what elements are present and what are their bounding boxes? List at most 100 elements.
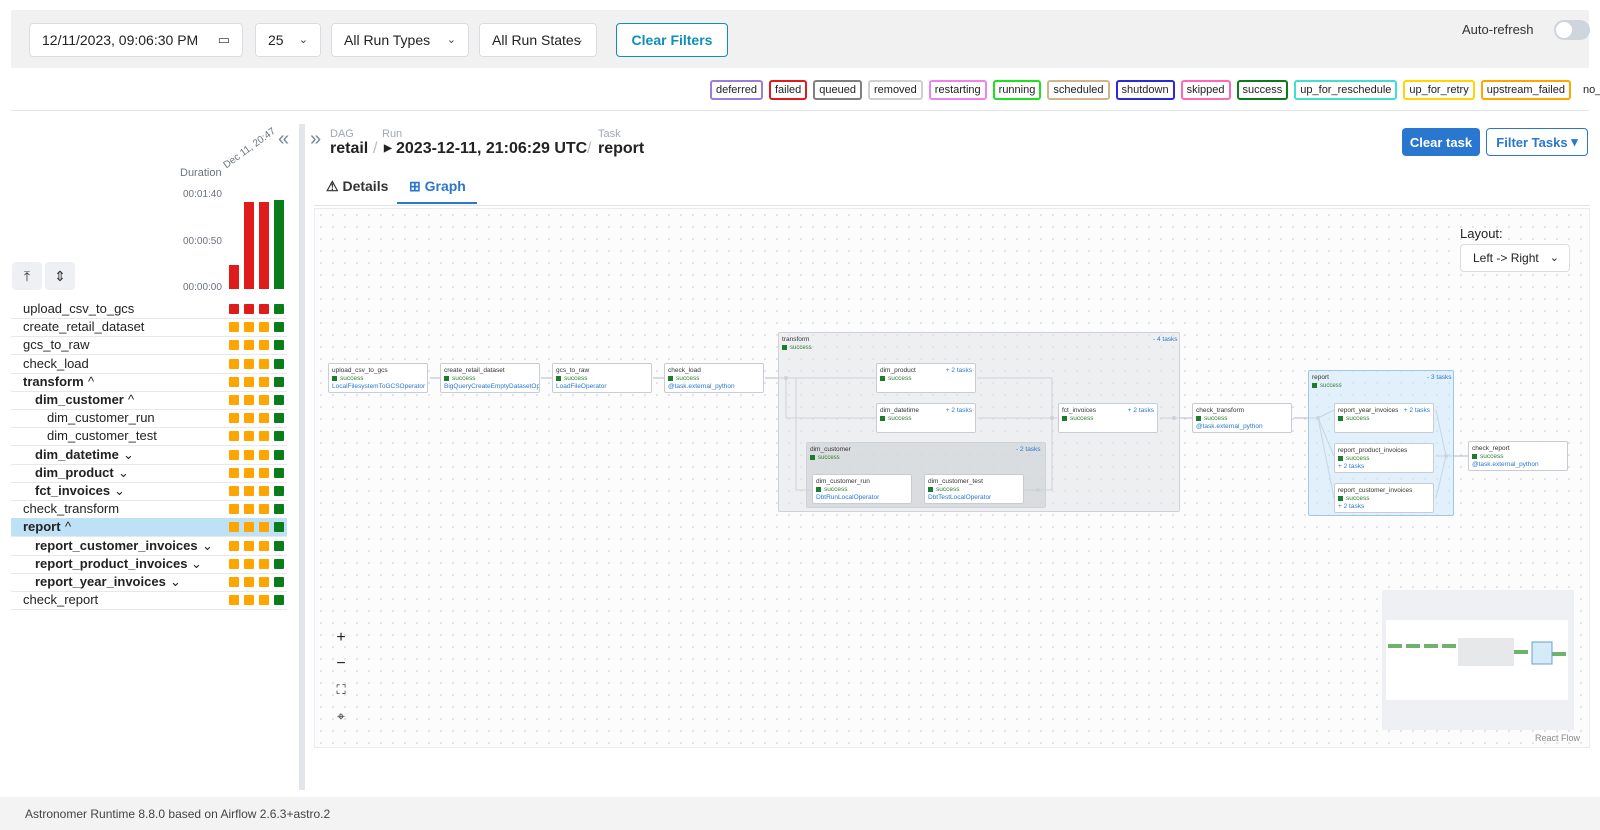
node-status: success: [1338, 415, 1430, 423]
success-dot: [1196, 415, 1201, 421]
success-dot: [880, 415, 885, 421]
node-operator: DbtRunLocalOperator: [816, 494, 880, 501]
group-count[interactable]: - 4 tasks: [1153, 336, 1178, 343]
node-name: check_load: [668, 367, 701, 374]
node-upload-csv-to-gcs[interactable]: upload_csv_to_gcs success LocalFilesystemT…: [328, 363, 428, 393]
node-name: upload_csv_to_gcs: [332, 367, 388, 374]
success-dot: [1338, 455, 1343, 461]
node-status: success: [816, 486, 908, 494]
node-create-retail-dataset[interactable]: create_retail_dataset success BigQueryCrea…: [440, 363, 540, 393]
node-operator: BigQueryCreateEmptyDatasetOperator: [444, 383, 540, 390]
node-count[interactable]: + 2 tasks: [1404, 407, 1430, 415]
node-name: report_customer_invoices: [1338, 487, 1413, 494]
node-operator: @task.external_python: [1472, 461, 1539, 468]
group-title: transform: [782, 336, 810, 343]
group-title: report: [1312, 374, 1329, 381]
minimap-nodes: [1388, 638, 1566, 666]
node-check-load[interactable]: check_load success @task.external_python: [664, 363, 764, 393]
node-status: success: [1472, 453, 1564, 461]
status-text: success: [824, 486, 848, 493]
node-status: success: [880, 375, 972, 383]
node-expand[interactable]: + 2 tasks: [1338, 463, 1430, 471]
node-status: success: [880, 415, 972, 423]
node-check-transform[interactable]: check_transform success @task.external_pyt…: [1192, 403, 1292, 433]
group-status: success: [782, 345, 812, 351]
group-count[interactable]: - 2 tasks: [1016, 446, 1041, 453]
focus-icon[interactable]: ⌖: [327, 703, 355, 729]
success-dot: [332, 375, 337, 381]
node-count[interactable]: + 2 tasks: [946, 407, 972, 415]
node-name: gcs_to_raw: [556, 367, 590, 374]
success-dot: [1472, 453, 1477, 459]
success-dot: [928, 486, 933, 492]
success-dot: [444, 375, 449, 381]
node-report-product-invoices[interactable]: report_product_invoices success + 2 tasks: [1334, 443, 1434, 473]
group-status: success: [810, 455, 840, 461]
success-dot: [1338, 495, 1343, 501]
status-text: success: [1480, 453, 1504, 460]
node-gcs-to-raw[interactable]: gcs_to_raw success LoadFileOperator: [552, 363, 652, 393]
node-name: create_retail_dataset: [444, 367, 505, 374]
node-name: check_report: [1472, 445, 1510, 452]
success-dot: [880, 375, 885, 381]
node-operator: @task.external_python: [1196, 423, 1263, 430]
node-count[interactable]: + 2 tasks: [946, 367, 972, 375]
status-text: success: [790, 345, 812, 352]
node-status: success: [1196, 415, 1288, 423]
node-status: success: [444, 375, 536, 383]
status-text: success: [888, 375, 912, 382]
node-dim-customer-run[interactable]: dim_customer_run success DbtRunLocalOperat…: [812, 474, 912, 504]
node-operator: @task.external_python: [668, 383, 735, 390]
node-dim-datetime[interactable]: dim_datetime + 2 tasks success: [876, 403, 976, 433]
node-status: success: [668, 375, 760, 383]
group-title: dim_customer: [810, 446, 851, 453]
node-operator: DbtTestLocalOperator: [928, 494, 992, 501]
status-text: success: [818, 455, 840, 462]
zoom-out-icon[interactable]: −: [327, 651, 355, 677]
node-name: check_transform: [1196, 407, 1245, 414]
status-text: success: [1346, 415, 1370, 422]
success-dot: [668, 375, 673, 381]
footer: Astronomer Runtime 8.8.0 based on Airflo…: [0, 797, 1600, 830]
success-dot: [816, 486, 821, 492]
status-text: success: [340, 375, 364, 382]
node-status: success: [1062, 415, 1154, 423]
node-status: success: [1338, 495, 1430, 503]
react-flow-attribution[interactable]: React Flow: [1535, 733, 1580, 743]
node-dim-product[interactable]: dim_product + 2 tasks success: [876, 363, 976, 393]
node-status: success: [928, 486, 1020, 494]
node-status: success: [332, 375, 424, 383]
node-report-customer-invoices[interactable]: report_customer_invoices success + 2 tasks: [1334, 483, 1434, 513]
status-text: success: [1204, 415, 1228, 422]
node-expand[interactable]: + 2 tasks: [1338, 503, 1430, 511]
node-dim-customer-test[interactable]: dim_customer_test success DbtTestLocalOper…: [924, 474, 1024, 504]
node-count[interactable]: + 2 tasks: [1128, 407, 1154, 415]
node-status: success: [556, 375, 648, 383]
success-dot: [1338, 415, 1343, 421]
status-text: success: [888, 415, 912, 422]
status-text: success: [452, 375, 476, 382]
node-report-year-invoices[interactable]: report_year_invoices + 2 tasks success: [1334, 403, 1434, 433]
status-text: success: [676, 375, 700, 382]
fit-view-icon[interactable]: ⛶: [327, 677, 355, 703]
node-fct-invoices[interactable]: fct_invoices + 2 tasks success: [1058, 403, 1158, 433]
status-text: success: [1346, 455, 1370, 462]
success-dot: [556, 375, 561, 381]
zoom-in-icon[interactable]: +: [327, 625, 355, 651]
node-operator: LocalFilesystemToGCSOperator: [332, 383, 426, 390]
node-name: dim_customer_run: [816, 478, 870, 485]
status-text: success: [1320, 383, 1342, 390]
node-status: success: [1338, 455, 1430, 463]
status-text: success: [1070, 415, 1094, 422]
node-check-report[interactable]: check_report success @task.external_python: [1468, 441, 1568, 471]
success-dot: [1312, 383, 1317, 388]
group-count[interactable]: - 3 tasks: [1427, 374, 1452, 381]
status-text: success: [1346, 495, 1370, 502]
success-dot: [1062, 415, 1067, 421]
node-name: report_product_invoices: [1338, 447, 1408, 454]
footer-text: Astronomer Runtime 8.8.0 based on Airflo…: [25, 807, 331, 821]
status-text: success: [936, 486, 960, 493]
status-text: success: [564, 375, 588, 382]
node-name: dim_customer_test: [928, 478, 983, 485]
node-operator: LoadFileOperator: [556, 383, 607, 390]
